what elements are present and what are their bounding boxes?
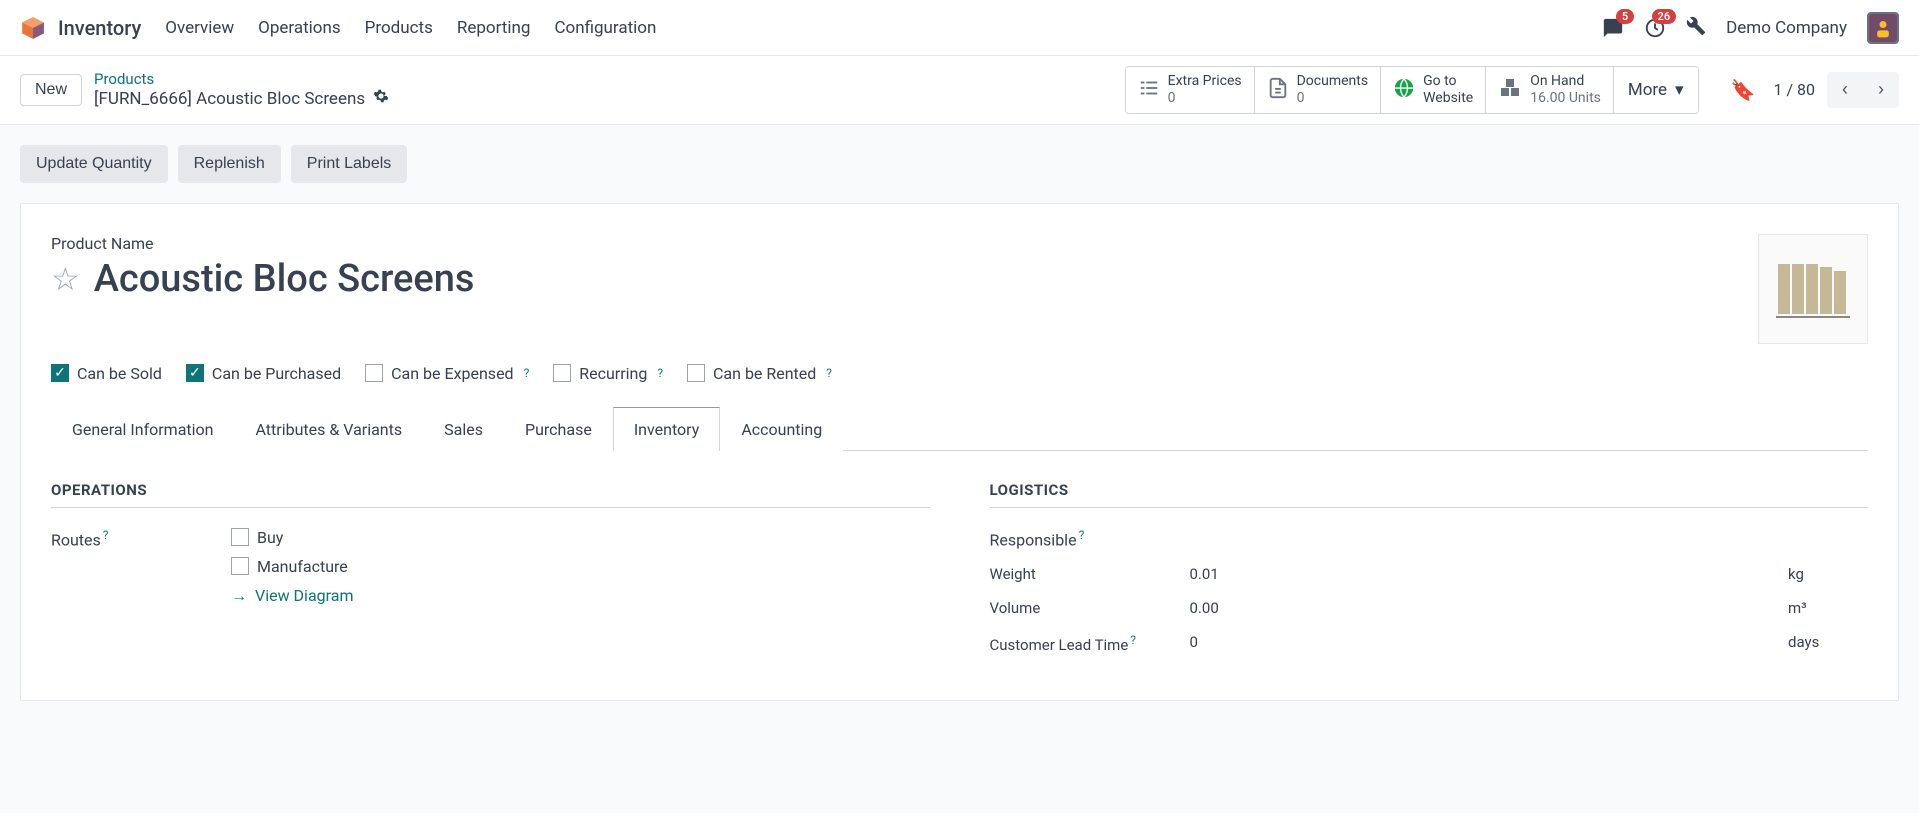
app-title: Inventory [58, 16, 141, 40]
help-icon[interactable]: ? [1130, 633, 1136, 647]
help-icon[interactable]: ? [524, 366, 530, 380]
weight-unit: kg [1788, 565, 1868, 583]
new-button[interactable]: New [20, 74, 82, 106]
product-form: Product Name ☆ Acoustic Bloc Screens ✓Ca… [20, 203, 1899, 701]
product-options: ✓Can be Sold ✓Can be Purchased Can be Ex… [51, 364, 1868, 383]
arrow-right-icon: → [231, 586, 247, 606]
stat-more[interactable]: More ▾ [1614, 67, 1698, 113]
breadcrumb: Products [FURN_6666] Acoustic Bloc Scree… [94, 70, 389, 109]
check-icon [553, 364, 571, 382]
check-icon [365, 364, 383, 382]
tab-general-information[interactable]: General Information [51, 407, 235, 451]
can-be-expensed-checkbox[interactable]: Can be Expensed? [365, 364, 529, 383]
stat-go-to-website[interactable]: Go toWebsite [1381, 67, 1486, 113]
inventory-tab-content: OPERATIONS Routes? Buy Manufacture →View… [51, 481, 1868, 670]
lead-time-unit: days [1788, 633, 1868, 651]
favorite-star-icon[interactable]: ☆ [51, 260, 80, 298]
pager: 🔖 1 / 80 ‹ › [1731, 72, 1899, 108]
stat-documents[interactable]: Documents0 [1255, 67, 1381, 113]
can-be-sold-checkbox[interactable]: ✓Can be Sold [51, 364, 162, 383]
stat-buttons: Extra Prices0 Documents0 Go toWebsite On… [1125, 66, 1699, 114]
activities-icon[interactable]: 26 [1644, 17, 1666, 39]
stat-extra-prices[interactable]: Extra Prices0 [1126, 67, 1255, 113]
help-icon[interactable]: ? [826, 366, 832, 380]
boxes-icon [1498, 76, 1522, 104]
breadcrumb-bar: New Products [FURN_6666] Acoustic Bloc S… [0, 56, 1919, 125]
form-tabs: General Information Attributes & Variant… [51, 407, 1868, 451]
tab-purchase[interactable]: Purchase [504, 407, 613, 451]
product-title[interactable]: Acoustic Bloc Screens [94, 257, 475, 301]
tab-accounting[interactable]: Accounting [720, 407, 843, 451]
product-name-label: Product Name [51, 234, 1746, 253]
recurring-checkbox[interactable]: Recurring? [553, 364, 663, 383]
pager-info: 1 / 80 [1773, 80, 1815, 99]
view-diagram-link[interactable]: →View Diagram [231, 586, 930, 606]
lead-time-field[interactable]: 0 [1190, 633, 1769, 651]
routes-label: Routes [51, 530, 101, 549]
help-icon[interactable]: ? [1079, 528, 1085, 542]
action-buttons: Update Quantity Replenish Print Labels [20, 145, 1899, 183]
logistics-title: LOGISTICS [990, 481, 1869, 508]
nav-products[interactable]: Products [365, 18, 433, 38]
responsible-label: Responsible [990, 530, 1077, 549]
company-name[interactable]: Demo Company [1726, 18, 1847, 38]
can-be-purchased-checkbox[interactable]: ✓Can be Purchased [186, 364, 341, 383]
app-logo-icon [20, 15, 46, 41]
help-icon[interactable]: ? [657, 366, 663, 380]
caret-down-icon: ▾ [1675, 80, 1684, 100]
nav-operations[interactable]: Operations [258, 18, 341, 38]
nav-overview[interactable]: Overview [165, 18, 234, 38]
user-avatar[interactable] [1867, 12, 1899, 44]
breadcrumb-products[interactable]: Products [94, 70, 389, 88]
document-icon [1267, 77, 1289, 103]
tab-attributes-variants[interactable]: Attributes & Variants [235, 407, 424, 451]
replenish-button[interactable]: Replenish [178, 145, 281, 183]
check-icon [687, 364, 705, 382]
pager-prev-button[interactable]: ‹ [1827, 72, 1863, 108]
bookmark-icon[interactable]: 🔖 [1731, 78, 1756, 102]
logistics-section: LOGISTICS Responsible? Weight 0.01 kg Vo… [990, 481, 1869, 670]
pager-next-button[interactable]: › [1863, 72, 1899, 108]
gear-icon[interactable] [373, 88, 389, 109]
print-labels-button[interactable]: Print Labels [291, 145, 408, 183]
operations-title: OPERATIONS [51, 481, 930, 508]
route-buy-checkbox[interactable]: Buy [231, 528, 930, 547]
product-image[interactable] [1758, 234, 1868, 344]
tab-inventory[interactable]: Inventory [613, 407, 721, 451]
check-icon: ✓ [186, 364, 204, 382]
activities-badge: 26 [1652, 9, 1677, 24]
content-area: Update Quantity Replenish Print Labels P… [0, 125, 1919, 813]
weight-label: Weight [990, 565, 1170, 583]
top-navbar: Inventory Overview Operations Products R… [0, 0, 1919, 56]
check-icon [231, 528, 249, 546]
can-be-rented-checkbox[interactable]: Can be Rented? [687, 364, 832, 383]
volume-field[interactable]: 0.00 [1190, 599, 1769, 617]
tab-sales[interactable]: Sales [423, 407, 504, 451]
volume-label: Volume [990, 599, 1170, 617]
route-manufacture-checkbox[interactable]: Manufacture [231, 557, 930, 576]
weight-field[interactable]: 0.01 [1190, 565, 1769, 583]
help-icon[interactable]: ? [103, 528, 109, 542]
breadcrumb-current: [FURN_6666] Acoustic Bloc Screens [94, 89, 365, 109]
tools-icon[interactable] [1686, 16, 1706, 40]
volume-unit: m³ [1788, 599, 1868, 617]
list-icon [1138, 77, 1160, 103]
globe-icon [1393, 77, 1415, 103]
messages-icon[interactable]: 5 [1602, 17, 1624, 39]
update-quantity-button[interactable]: Update Quantity [20, 145, 168, 183]
check-icon: ✓ [51, 364, 69, 382]
messages-badge: 5 [1616, 9, 1634, 24]
main-nav: Overview Operations Products Reporting C… [165, 18, 656, 38]
check-icon [231, 557, 249, 575]
nav-reporting[interactable]: Reporting [457, 18, 531, 38]
lead-time-label: Customer Lead Time [990, 636, 1129, 654]
stat-on-hand[interactable]: On Hand16.00 Units [1486, 67, 1614, 113]
nav-configuration[interactable]: Configuration [554, 18, 656, 38]
operations-section: OPERATIONS Routes? Buy Manufacture →View… [51, 481, 930, 670]
